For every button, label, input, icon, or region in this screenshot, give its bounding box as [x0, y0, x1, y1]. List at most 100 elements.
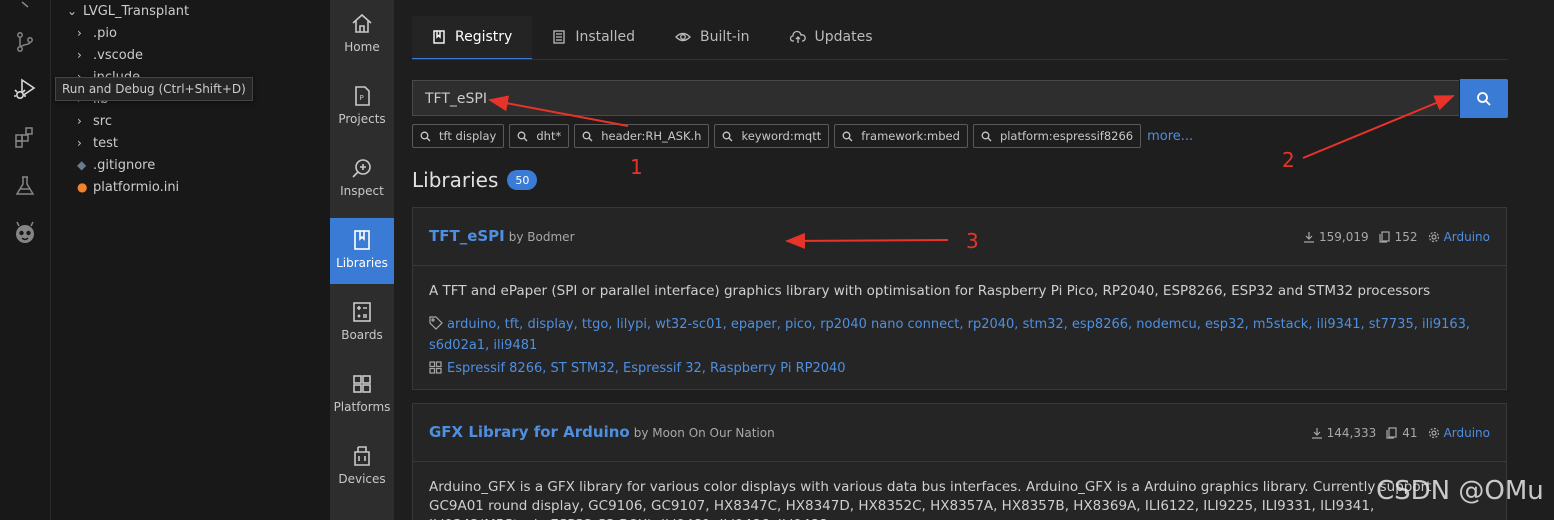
examples-icon	[1386, 427, 1397, 439]
card-header: GFX Library for Arduino by Moon On Our Na…	[413, 404, 1506, 462]
tree-file-gitignore[interactable]: ◆ .gitignore	[77, 154, 155, 176]
libraries-icon	[354, 230, 370, 250]
library-card: TFT_eSPI by Bodmer 159,019 152 Arduino A …	[412, 207, 1507, 390]
watermark-text: CSDN @OMu	[1376, 476, 1544, 506]
search-icon	[517, 131, 528, 141]
search-button[interactable]	[1460, 79, 1508, 118]
search-icon	[582, 131, 593, 141]
gear-icon	[1428, 427, 1439, 439]
search-input[interactable]: TFT_eSPI	[412, 80, 1459, 116]
tab-divider	[412, 59, 1508, 60]
nav-home[interactable]: Home	[330, 2, 394, 68]
inspect-icon	[352, 159, 371, 178]
extensions-icon[interactable]	[10, 122, 40, 152]
tree-folder-pio[interactable]: › .pio	[77, 22, 117, 44]
library-name-line: GFX Library for Arduino by Moon On Our Na…	[429, 423, 775, 441]
suggestion-chip[interactable]: header:RH_ASK.h	[574, 124, 710, 148]
tree-file-platformio[interactable]: ● platformio.ini	[77, 176, 179, 198]
tab-label: Built-in	[699, 29, 750, 45]
tree-folder-src[interactable]: › src	[77, 110, 112, 132]
library-stats: 144,333 41 Arduino	[1311, 426, 1490, 440]
library-card: GFX Library for Arduino by Moon On Our Na…	[412, 403, 1507, 520]
suggestion-chip[interactable]: keyword:mqtt	[714, 124, 830, 148]
tree-label: .gitignore	[93, 158, 156, 173]
library-platforms: Espressif 8266, ST STM32, Espressif 32, …	[429, 358, 1490, 379]
examples-icon	[1379, 231, 1390, 243]
nav-label: Platforms	[333, 400, 391, 414]
library-stats: 159,019 152 Arduino	[1303, 230, 1490, 244]
nav-inspect[interactable]: Inspect	[330, 146, 394, 212]
more-suggestions-link[interactable]: more...	[1147, 129, 1193, 144]
nav-boards[interactable]: Boards	[330, 290, 394, 356]
boards-icon	[353, 302, 371, 322]
platforms-links[interactable]: Espressif 8266, ST STM32, Espressif 32, …	[447, 361, 846, 376]
examples-count: 41	[1402, 426, 1418, 440]
chevron-right-icon: ›	[77, 114, 82, 128]
tree-folder-test[interactable]: › test	[77, 132, 118, 154]
download-icon	[1311, 428, 1322, 439]
library-name-link[interactable]: GFX Library for Arduino	[429, 423, 630, 441]
library-description: A TFT and ePaper (SPI or parallel interf…	[429, 283, 1431, 299]
nav-label: Boards	[341, 328, 383, 342]
nav-libraries[interactable]: Libraries	[330, 218, 394, 284]
tab-updates[interactable]: Updates	[770, 16, 893, 58]
testing-icon[interactable]	[10, 171, 40, 201]
gear-icon	[1428, 231, 1439, 243]
tree-label: test	[93, 136, 118, 151]
nav-label: Inspect	[340, 184, 384, 198]
count-badge: 50	[507, 170, 538, 190]
platformio-file-icon: ●	[77, 180, 88, 194]
suggestion-chip[interactable]: framework:mbed	[834, 124, 968, 148]
suggestion-chip[interactable]: platform:espressif8266	[972, 124, 1142, 148]
book-icon	[433, 30, 445, 44]
tree-folder-vscode[interactable]: › .vscode	[77, 44, 143, 66]
source-control-icon[interactable]	[10, 27, 40, 57]
search-suggestions: tft display dht* header:RH_ASK.h keyword…	[412, 124, 1193, 148]
gitignore-file-icon: ◆	[77, 158, 87, 172]
platformio-icon[interactable]	[10, 218, 40, 248]
download-count: 159,019	[1319, 230, 1369, 244]
nav-label: Projects	[338, 112, 386, 126]
nav-label: Devices	[338, 472, 386, 486]
platforms-icon	[429, 361, 442, 374]
tree-label: LVGL_Transplant	[83, 4, 190, 19]
devices-icon	[354, 446, 370, 466]
library-description: Arduino_GFX is a GFX library for various…	[429, 479, 1432, 520]
tab-bar: Registry Installed Built-in Updates	[412, 16, 893, 60]
tree-label: src	[93, 114, 112, 129]
card-header: TFT_eSPI by Bodmer 159,019 152 Arduino	[413, 208, 1506, 266]
run-debug-tooltip: Run and Debug (Ctrl+Shift+D)	[55, 77, 253, 101]
heading-text: Libraries	[412, 168, 499, 192]
nav-projects[interactable]: P Projects	[330, 74, 394, 140]
chevron-right-icon: ›	[77, 26, 82, 40]
framework-link[interactable]: Arduino	[1444, 426, 1490, 440]
tag-icon	[429, 316, 443, 330]
list-icon	[553, 30, 565, 44]
suggestion-chip[interactable]: tft display	[412, 124, 505, 148]
tab-builtin[interactable]: Built-in	[655, 16, 770, 58]
chip-label: keyword:mqtt	[741, 129, 822, 143]
run-debug-icon[interactable]	[10, 74, 40, 104]
nav-devices[interactable]: Devices	[330, 434, 394, 500]
examples-count: 152	[1394, 230, 1418, 244]
tree-folder-root[interactable]: ⌄ LVGL_Transplant	[67, 0, 189, 22]
nav-platforms[interactable]: Platforms	[330, 362, 394, 428]
cloud-icon	[789, 30, 806, 43]
library-name-link[interactable]: TFT_eSPI	[429, 227, 505, 245]
chip-label: tft display	[439, 129, 497, 143]
platformio-nav: Home P Projects Inspect Libraries Boards…	[330, 0, 394, 520]
activity-bar	[0, 0, 51, 520]
search-icon	[420, 131, 431, 141]
tab-installed[interactable]: Installed	[532, 16, 655, 58]
search-icon	[723, 131, 733, 141]
chip-label: header:RH_ASK.h	[601, 129, 702, 143]
tree-label: .pio	[93, 26, 117, 41]
search-icon	[1477, 91, 1491, 106]
library-keywords: arduino, tft, display, ttgo, lilypi, wt3…	[429, 314, 1490, 356]
keywords-links[interactable]: arduino, tft, display, ttgo, lilypi, wt3…	[429, 317, 1470, 353]
chevron-icon[interactable]	[10, 0, 40, 22]
tab-registry[interactable]: Registry	[412, 16, 533, 60]
suggestion-chip[interactable]: dht*	[509, 124, 570, 148]
framework-link[interactable]: Arduino	[1444, 230, 1490, 244]
card-body: Arduino_GFX is a GFX library for various…	[413, 462, 1506, 520]
